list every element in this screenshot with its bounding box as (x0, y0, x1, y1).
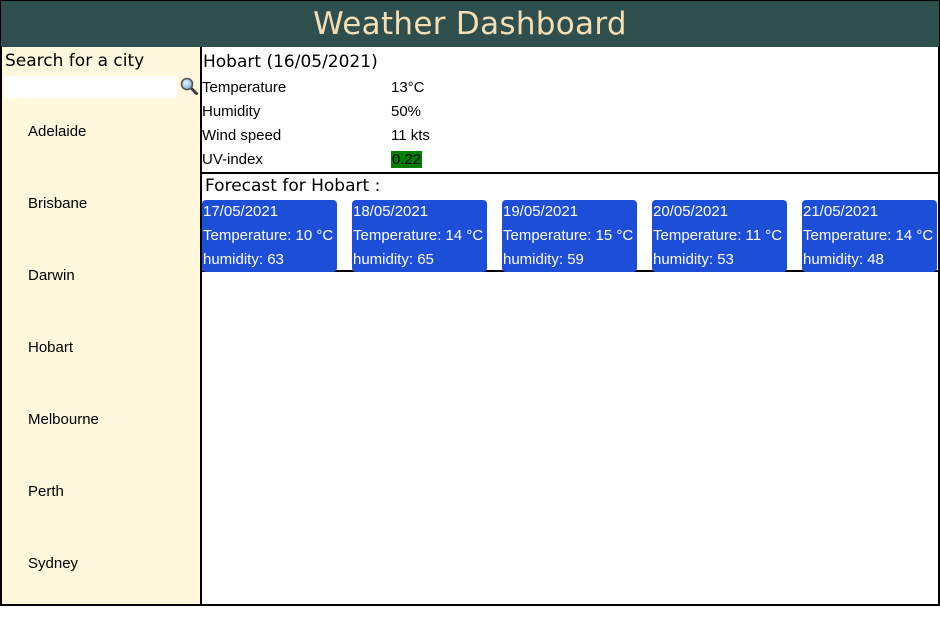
humidity-label: Humidity (202, 103, 261, 120)
uv-index-label: UV-index (202, 151, 263, 168)
page-title: Weather Dashboard (313, 6, 627, 42)
city-item-adelaide[interactable]: Adelaide (2, 123, 198, 195)
forecast-date: 17/05/2021 (203, 203, 279, 220)
temperature-label: Temperature (202, 79, 287, 96)
forecast-humidity: humidity: 65 (353, 251, 434, 268)
forecast-date: 18/05/2021 (353, 203, 429, 220)
forecast-humidity: humidity: 59 (503, 251, 584, 268)
city-item-melbourne[interactable]: Melbourne (2, 411, 198, 483)
main-panel: Hobart (16/05/2021) Temperature 13°C Hum… (200, 47, 940, 606)
current-weather-title: Hobart (16/05/2021) (203, 52, 378, 72)
forecast-date: 21/05/2021 (803, 203, 879, 220)
search-label: Search for a city (5, 51, 145, 71)
forecast-title: Forecast for Hobart : (205, 176, 381, 196)
forecast-card: 17/05/2021 Temperature: 10 °C humidity: … (202, 200, 337, 272)
forecast-date: 19/05/2021 (503, 203, 579, 220)
forecast-card: 20/05/2021 Temperature: 11 °C humidity: … (652, 200, 787, 272)
uv-index-badge: 0.22 (391, 151, 423, 168)
forecast-temperature: Temperature: 11 °C (653, 227, 783, 244)
city-item-hobart[interactable]: Hobart (2, 339, 198, 411)
forecast-temperature: Temperature: 14 °C (353, 227, 484, 244)
forecast-humidity: humidity: 53 (653, 251, 734, 268)
forecast-card: 19/05/2021 Temperature: 15 °C humidity: … (502, 200, 637, 272)
city-item-brisbane[interactable]: Brisbane (2, 195, 198, 267)
magnifier-icon (180, 77, 198, 99)
temperature-value: 13°C (391, 79, 425, 96)
forecast-humidity: humidity: 63 (203, 251, 284, 268)
city-list: Adelaide Brisbane Darwin Hobart Melbourn… (2, 123, 198, 627)
sidebar: Search for a city Adelaide Brisbane Darw… (0, 47, 200, 606)
city-item-sydney[interactable]: Sydney (2, 555, 198, 627)
wind-speed-value: 11 kts (391, 127, 430, 144)
forecast-temperature: Temperature: 15 °C (503, 227, 634, 244)
humidity-value: 50% (391, 103, 422, 120)
forecast-card: 18/05/2021 Temperature: 14 °C humidity: … (352, 200, 487, 272)
city-item-darwin[interactable]: Darwin (2, 267, 198, 339)
forecast-card: 21/05/2021 Temperature: 14 °C humidity: … (802, 200, 937, 272)
forecast-temperature: Temperature: 14 °C (803, 227, 934, 244)
forecast-humidity: humidity: 48 (803, 251, 884, 268)
forecast-temperature: Temperature: 10 °C (203, 227, 334, 244)
forecast-section: Forecast for Hobart : 17/05/2021 Tempera… (200, 172, 940, 272)
wind-speed-label: Wind speed (202, 127, 282, 144)
search-input[interactable] (5, 76, 177, 98)
city-item-perth[interactable]: Perth (2, 483, 198, 555)
search-button[interactable] (178, 77, 200, 99)
forecast-date: 20/05/2021 (653, 203, 729, 220)
app-header: Weather Dashboard (0, 0, 940, 47)
